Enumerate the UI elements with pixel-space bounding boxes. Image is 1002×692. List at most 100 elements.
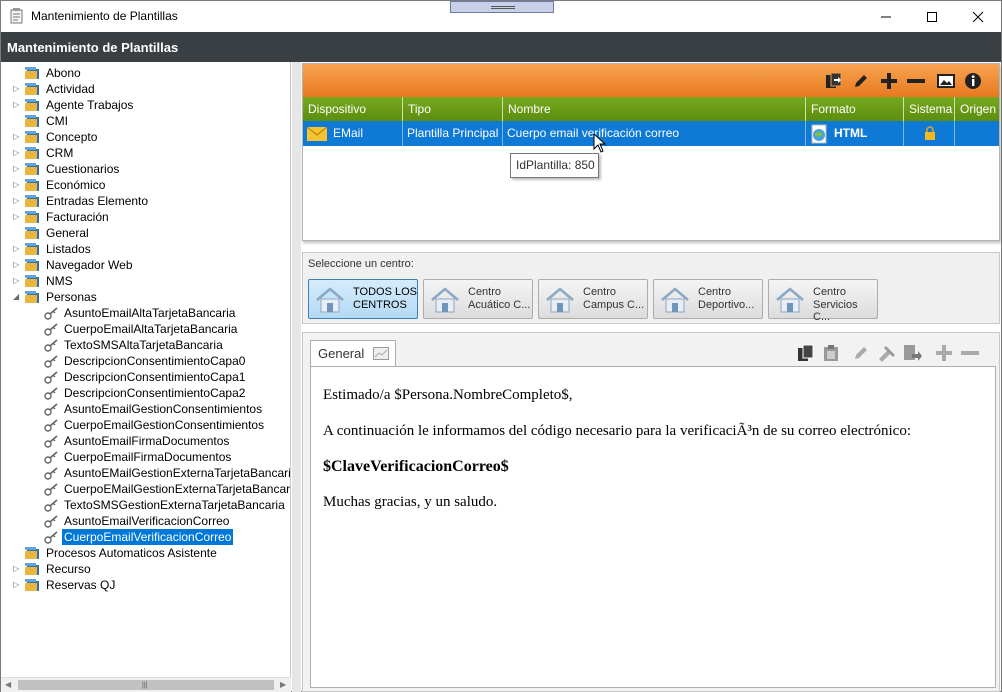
center-button[interactable]: Centro Deportivo... bbox=[653, 279, 763, 319]
folder-globe-icon bbox=[24, 66, 40, 80]
tree-item-label: Agente Trabajos bbox=[46, 98, 134, 112]
expand-arrow-icon[interactable]: ▷ bbox=[13, 177, 23, 193]
expand-arrow-icon[interactable]: ▷ bbox=[13, 97, 23, 113]
content-closing: Muchas gracias, y un saludo. bbox=[323, 494, 498, 510]
tree-item-label: General bbox=[46, 226, 89, 240]
tree-item-label: Reservas QJ bbox=[46, 578, 116, 592]
expand-arrow-icon[interactable]: ▷ bbox=[13, 561, 23, 577]
tree-item-label: Económico bbox=[46, 178, 106, 192]
tab-general[interactable]: General bbox=[310, 340, 396, 366]
tree-item-label: CRM bbox=[46, 146, 74, 160]
copy-icon bbox=[798, 344, 814, 361]
center-button[interactable]: Centro Campus C... bbox=[538, 279, 648, 319]
tree-item-label: Facturación bbox=[46, 210, 109, 224]
center-button[interactable]: Centro Acuático C... bbox=[423, 279, 533, 319]
expand-arrow-icon[interactable]: ▷ bbox=[13, 241, 23, 257]
template-link-icon bbox=[44, 418, 60, 432]
tree-item-label: Entradas Elemento bbox=[46, 194, 149, 208]
expand-arrow-icon[interactable]: ▷ bbox=[13, 145, 23, 161]
grid-column-header: Dispositivo Tipo Nombre Formato Sistema … bbox=[303, 97, 999, 121]
center-label-line1: Centro bbox=[468, 286, 502, 298]
export-icon bbox=[904, 345, 922, 361]
template-link-icon bbox=[44, 402, 60, 416]
scroll-right-icon[interactable]: ▶ bbox=[280, 680, 286, 689]
add-content-button[interactable] bbox=[934, 343, 954, 363]
copy-template-button[interactable] bbox=[823, 70, 845, 92]
center-label-line2: Campus C... bbox=[583, 299, 645, 311]
column-nombre[interactable]: Nombre bbox=[503, 97, 806, 121]
image-icon bbox=[937, 74, 955, 88]
tree-item-label: AsuntoEmailFirmaDocumentos bbox=[64, 434, 230, 448]
center-label-line1: Centro bbox=[583, 286, 617, 298]
edit-content-button[interactable] bbox=[851, 343, 871, 363]
tree-item-label: DescripcionConsentimientoCapa2 bbox=[64, 386, 246, 400]
pencil-icon bbox=[855, 347, 867, 359]
center-label-line1: TODOS LOS bbox=[353, 286, 417, 298]
tree-horizontal-scrollbar[interactable]: ◀ ||| ▶ bbox=[1, 677, 291, 692]
expanded-arrow-icon[interactable]: ◢ bbox=[13, 289, 23, 305]
maximize-button[interactable] bbox=[909, 1, 955, 32]
export-button[interactable] bbox=[903, 343, 923, 363]
column-tipo[interactable]: Tipo bbox=[403, 97, 503, 121]
tree-item-label: Procesos Automaticos Asistente bbox=[46, 546, 217, 560]
panel-splitter[interactable] bbox=[292, 62, 301, 692]
minus-icon bbox=[907, 79, 925, 83]
drag-handle[interactable] bbox=[450, 1, 554, 13]
scroll-left-icon[interactable]: ◀ bbox=[5, 680, 11, 689]
template-link-icon bbox=[44, 514, 60, 528]
folder-globe-icon bbox=[24, 210, 40, 224]
minimize-button[interactable] bbox=[863, 1, 909, 32]
column-sistema[interactable]: Sistema bbox=[904, 97, 955, 121]
template-link-icon bbox=[44, 386, 60, 400]
tree-item-label: AsuntoEmailGestionConsentimientos bbox=[64, 402, 263, 416]
center-label-line2: Deportivo... bbox=[698, 299, 755, 311]
column-origen[interactable]: Origen bbox=[955, 97, 999, 121]
template-content-editor[interactable]: Estimado/a $Persona.NombreCompleto$, A c… bbox=[310, 366, 996, 688]
preview-button[interactable] bbox=[935, 70, 957, 92]
main-window: Mantenimiento de Plantillas Mantenimient… bbox=[0, 0, 1002, 692]
page-header: Mantenimiento de Plantillas bbox=[1, 32, 1001, 62]
expand-arrow-icon[interactable]: ▷ bbox=[13, 209, 23, 225]
expand-arrow-icon[interactable]: ▷ bbox=[13, 273, 23, 289]
cell-tipo: Plantilla Principal bbox=[403, 121, 503, 146]
remove-template-button[interactable] bbox=[905, 70, 927, 92]
expand-arrow-icon[interactable]: ▷ bbox=[13, 257, 23, 273]
tools-button[interactable] bbox=[877, 343, 897, 363]
paste-content-button[interactable] bbox=[821, 343, 841, 363]
house-icon bbox=[774, 285, 806, 315]
tree-item-label: AsuntoEMailGestionExternaTarjetaBancaria bbox=[64, 466, 291, 480]
tree-item-label: TextoSMSGestionExternaTarjetaBancaria bbox=[64, 498, 285, 512]
folder-globe-icon bbox=[24, 178, 40, 192]
tree-item-label: CuerpoEmailVerificacionCorreo bbox=[62, 529, 234, 545]
template-link-icon bbox=[44, 482, 60, 496]
remove-content-button[interactable] bbox=[960, 343, 980, 363]
close-button[interactable] bbox=[955, 1, 1001, 32]
center-label-line2: CENTROS bbox=[353, 299, 407, 311]
folder-globe-icon bbox=[24, 258, 40, 272]
envelope-icon bbox=[307, 127, 327, 141]
edit-template-button[interactable] bbox=[850, 70, 872, 92]
expand-arrow-icon[interactable]: ▷ bbox=[13, 81, 23, 97]
center-button[interactable]: Centro Servicios C... bbox=[768, 279, 878, 323]
cell-formato: HTML bbox=[806, 121, 904, 146]
copy-content-button[interactable] bbox=[796, 343, 816, 363]
column-dispositivo[interactable]: Dispositivo bbox=[303, 97, 403, 121]
tools-icon bbox=[879, 346, 895, 362]
folder-globe-icon bbox=[24, 114, 40, 128]
templates-grid-panel: Dispositivo Tipo Nombre Formato Sistema … bbox=[302, 63, 1000, 241]
expand-arrow-icon[interactable]: ▷ bbox=[13, 161, 23, 177]
editor-panel: General Estimado/a $Persona.NombreComple… bbox=[302, 332, 1000, 692]
scroll-grip-icon: ||| bbox=[142, 682, 148, 689]
folder-globe-icon bbox=[24, 146, 40, 160]
expand-arrow-icon[interactable]: ▷ bbox=[13, 577, 23, 593]
column-formato[interactable]: Formato bbox=[806, 97, 904, 121]
cell-dispositivo: EMail bbox=[303, 121, 403, 146]
tree-item-label: Actividad bbox=[46, 82, 95, 96]
expand-arrow-icon[interactable]: ▷ bbox=[13, 129, 23, 145]
template-tree[interactable]: Abono ▷ Actividad ▷ Agente Trabajos CMI ▷ Conce… bbox=[1, 62, 291, 692]
expand-arrow-icon[interactable]: ▷ bbox=[13, 193, 23, 209]
info-button[interactable] bbox=[962, 70, 984, 92]
add-template-button[interactable] bbox=[878, 70, 900, 92]
center-all-button[interactable]: TODOS LOS CENTROS bbox=[308, 279, 418, 319]
table-row[interactable]: EMail Plantilla Principal Cuerpo email v… bbox=[303, 121, 999, 146]
